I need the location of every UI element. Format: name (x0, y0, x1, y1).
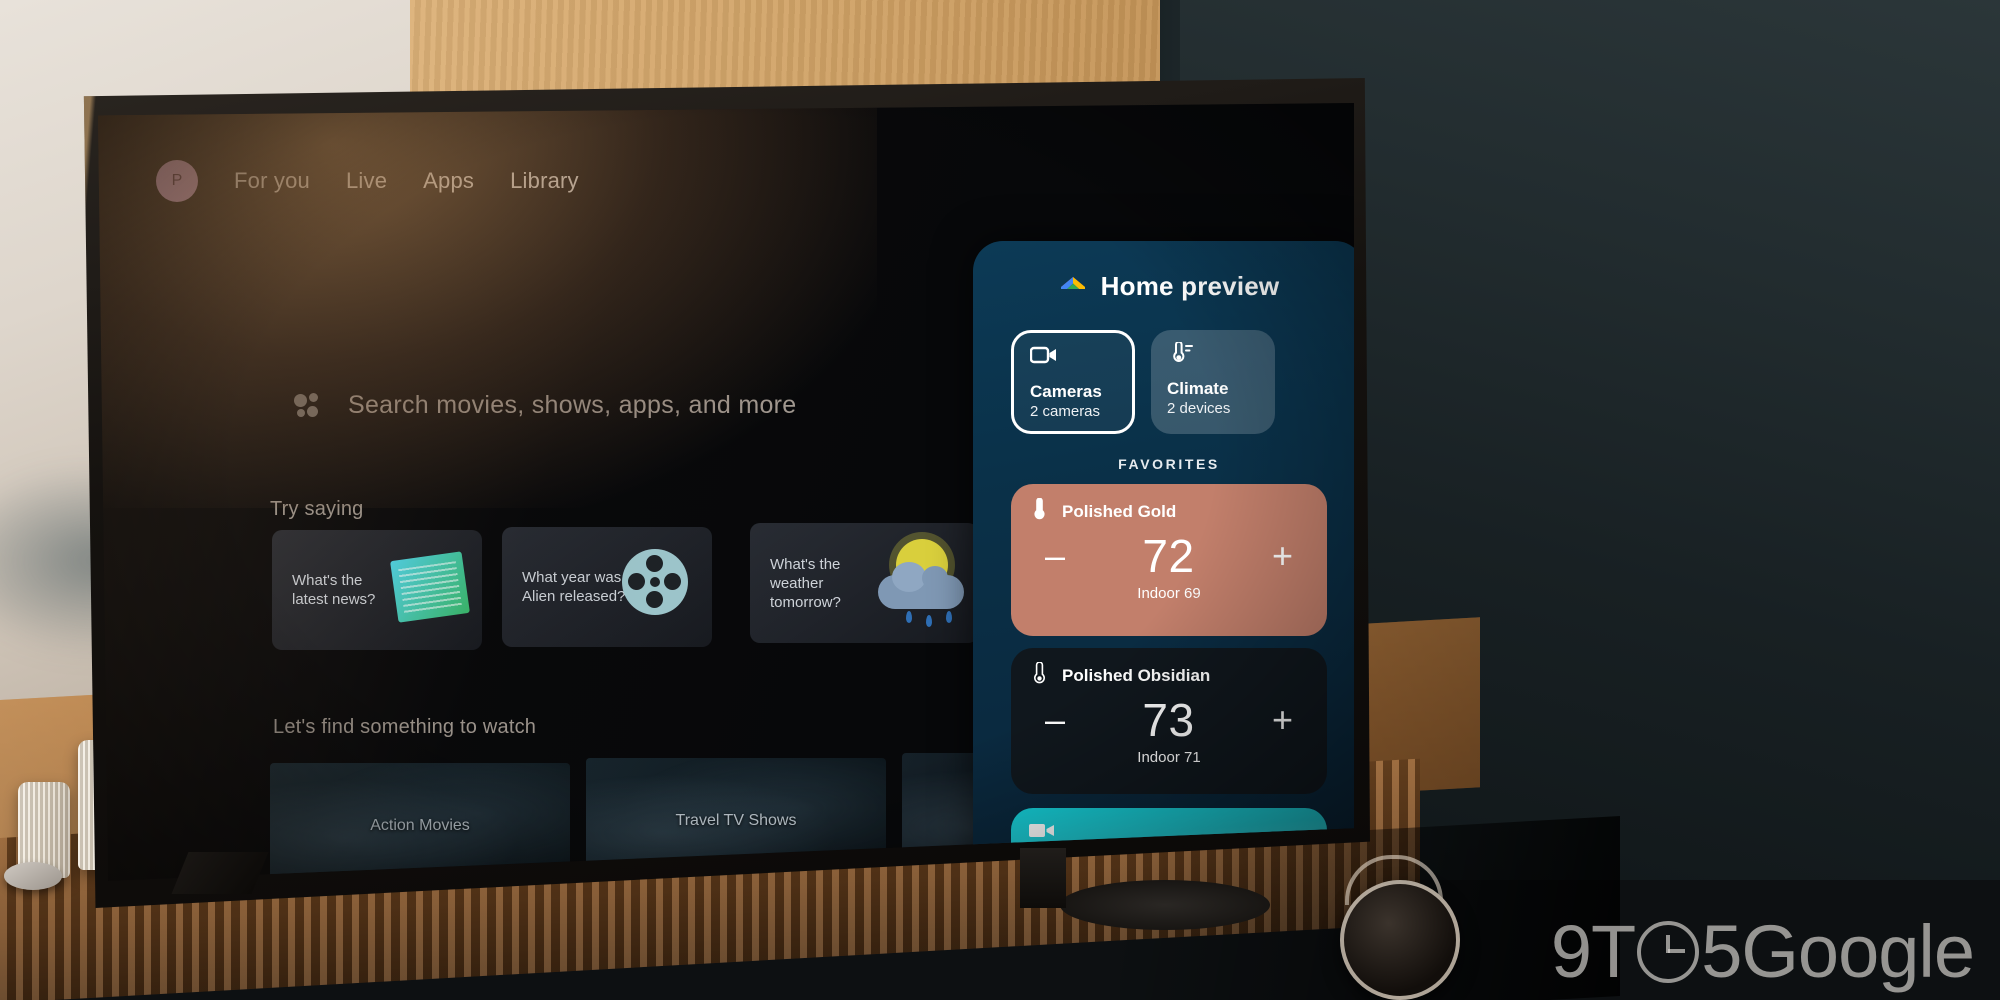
tv-stand-leg (171, 852, 269, 894)
target-temperature: 72 (1142, 530, 1195, 582)
increase-temperature-button[interactable]: + (1272, 538, 1293, 574)
video-camera-icon (1029, 345, 1132, 375)
suggestion-card[interactable]: What's the latest news? (272, 530, 482, 650)
suggestion-card-art (390, 530, 482, 650)
suggestion-card-art (878, 523, 978, 643)
watermark: 9T 5Google (1550, 909, 1975, 994)
chip-subtitle: 2 devices (1167, 400, 1231, 417)
tv-stand-foot (1060, 880, 1270, 930)
chip-title: Climate (1167, 379, 1229, 398)
search-placeholder: Search movies, shows, apps, and more (348, 391, 797, 419)
thermostat-controls: – 72 + (1011, 529, 1327, 583)
decrease-temperature-button[interactable]: – (1045, 702, 1065, 738)
favorites-section-label: FAVORITES (1118, 456, 1220, 472)
chip-title: Cameras (1030, 382, 1102, 401)
watch-card-label: Action Movies (370, 816, 470, 834)
google-home-logo-icon (1059, 275, 1087, 299)
thermostat-card-polished-gold[interactable]: Polished Gold – 72 + Indoor 69 (1011, 484, 1327, 636)
suggestion-card[interactable]: What year was Alien released? (502, 527, 712, 647)
thermostat-card-polished-obsidian[interactable]: Polished Obsidian – 73 + Indoor 71 (1011, 648, 1327, 794)
nav-item-live[interactable]: Live (346, 168, 387, 194)
watch-card-label: Travel TV Shows (675, 811, 797, 829)
search-bar[interactable]: Search movies, shows, apps, and more (294, 391, 797, 420)
newspaper-icon (390, 551, 470, 623)
assistant-icon (294, 392, 320, 419)
chip-climate[interactable]: Climate 2 devices (1151, 330, 1275, 434)
suggestion-card-art (622, 527, 712, 647)
nav-item-library[interactable]: Library (510, 168, 579, 194)
thermostat-icon (1167, 340, 1275, 372)
tv-top-nav: P For you Live Apps Library (156, 160, 579, 202)
nav-item-for-you[interactable]: For you (234, 168, 310, 194)
television: P For you Live Apps Library Search movie… (80, 78, 1370, 908)
thermostat-name: Polished Obsidian (1062, 665, 1211, 685)
clock-icon (1637, 920, 1700, 983)
tv-stand-neck (1020, 848, 1066, 908)
thermostat-name: Polished Gold (1062, 501, 1177, 521)
chip-subtitle: 2 cameras (1030, 403, 1101, 420)
suggestion-card[interactable]: What's the weather tomorrow? (750, 523, 978, 643)
increase-temperature-button[interactable]: + (1272, 702, 1293, 738)
weather-cloud-icon (878, 562, 964, 609)
row-title-try-saying: Try saying (270, 498, 364, 520)
decor-pebble (4, 862, 62, 890)
category-chips: Cameras 2 cameras Climate 2 devices (1011, 330, 1354, 434)
home-preview-header: Home preview (973, 271, 1354, 302)
indoor-temperature: Indoor 69 (1137, 585, 1201, 602)
row-title-find-watch: Let's find something to watch (273, 716, 537, 738)
watermark-suffix: 5Google (1701, 910, 1975, 993)
suggestion-card-label: What's the latest news? (292, 572, 376, 608)
thermostat-controls: – 73 + (1011, 693, 1327, 747)
thermostat-card-header: Polished Gold (1011, 497, 1327, 525)
target-temperature: 73 (1142, 694, 1195, 746)
home-preview-title: Home preview (1100, 271, 1280, 301)
film-reel-icon (622, 549, 688, 615)
suggestion-card-label: What year was Alien released? (522, 569, 626, 605)
loading-spinner-icon (1264, 845, 1308, 881)
home-preview-panel: Home preview Cameras 2 cameras Climate 2… (973, 241, 1354, 881)
watermark-prefix: 9T (1550, 910, 1636, 993)
chip-cameras[interactable]: Cameras 2 cameras (1011, 330, 1135, 434)
thermostat-card-header: Polished Obsidian (1011, 661, 1327, 689)
thermometer-icon (1033, 497, 1046, 525)
photo-scene: P For you Live Apps Library Search movie… (0, 0, 2000, 1000)
avatar[interactable]: P (156, 160, 198, 202)
suggestion-card-label: What's the weather tomorrow? (770, 555, 841, 611)
indoor-temperature: Indoor 71 (1137, 749, 1201, 766)
nav-item-apps[interactable]: Apps (423, 168, 474, 194)
tv-screen: P For you Live Apps Library Search movie… (98, 103, 1354, 881)
thermometer-icon (1033, 661, 1046, 689)
decrease-temperature-button[interactable]: – (1045, 538, 1065, 574)
